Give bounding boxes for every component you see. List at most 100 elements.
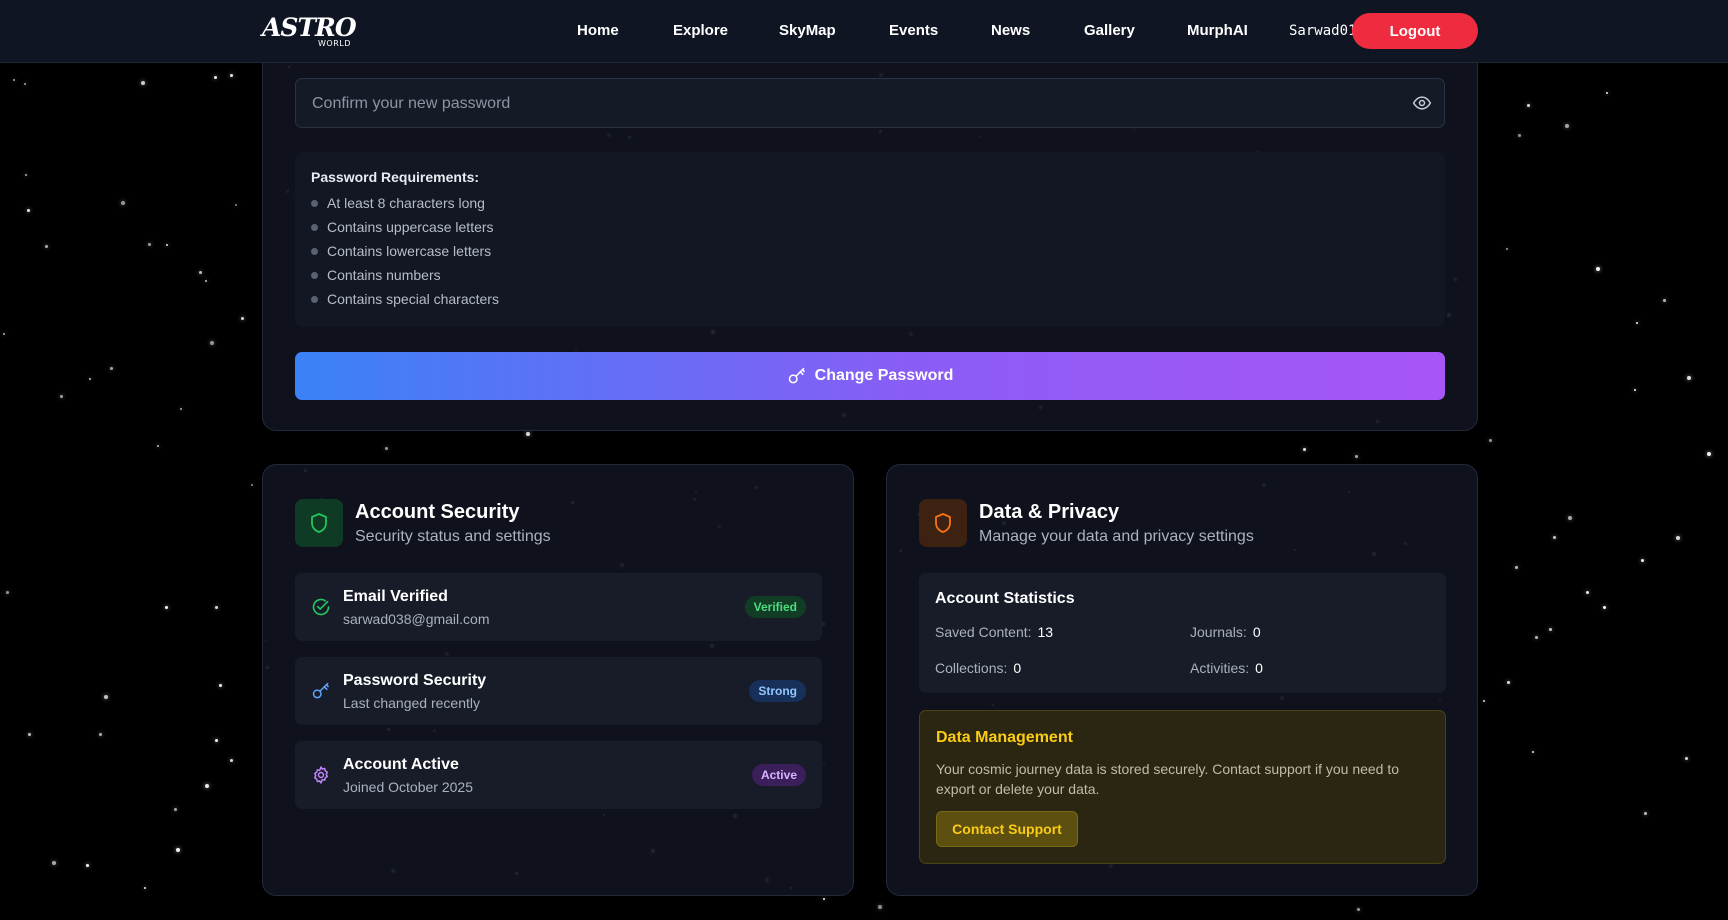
account-active-row: Account Active Joined October 2025 Activ…: [295, 741, 822, 809]
security-icon-box: [295, 499, 343, 547]
eye-icon[interactable]: [1412, 93, 1432, 113]
star-dot: [174, 808, 177, 811]
verified-badge: Verified: [744, 596, 806, 618]
joined-date: Joined October 2025: [343, 779, 473, 795]
data-privacy-card: Data & Privacy Manage your data and priv…: [886, 464, 1478, 896]
star-dot: [1676, 536, 1680, 540]
star-dot: [1506, 248, 1508, 250]
star-dot: [1532, 751, 1534, 753]
account-active-title: Account Active: [343, 756, 459, 773]
star-dot: [1606, 92, 1608, 94]
security-title: Account Security: [355, 501, 520, 523]
star-dot: [104, 695, 108, 699]
star-dot: [1549, 628, 1552, 631]
requirement-text: Contains special characters: [327, 291, 499, 307]
account-security-card: Account Security Security status and set…: [262, 464, 854, 896]
star-dot: [1507, 681, 1510, 684]
star-dot: [1641, 559, 1644, 562]
star-dot: [1483, 700, 1485, 702]
shield-icon: [935, 513, 951, 533]
bullet-icon: [311, 271, 318, 279]
change-password-label: Change Password: [814, 367, 954, 384]
nav-link-gallery[interactable]: Gallery: [1084, 21, 1135, 41]
star-dot: [1489, 439, 1492, 442]
star-dot: [215, 739, 218, 742]
password-security-title: Password Security: [343, 672, 487, 689]
bullet-icon: [311, 295, 318, 303]
requirement-text: At least 8 characters long: [327, 195, 485, 211]
change-password-button[interactable]: Change Password: [295, 352, 1445, 400]
check-circle-icon: [312, 598, 330, 616]
stat-journals: Journals: 0: [1190, 623, 1261, 641]
confirm-password-input[interactable]: Confirm your new password: [295, 78, 1445, 128]
logo-subtext: WORLD: [318, 39, 351, 48]
requirements-title: Password Requirements:: [311, 169, 480, 185]
bullet-icon: [311, 223, 318, 231]
star-dot: [144, 887, 146, 889]
stat-label: Journals:: [1190, 624, 1247, 640]
confirm-password-placeholder: Confirm your new password: [312, 95, 511, 112]
star-dot: [121, 201, 125, 205]
star-dot: [24, 83, 26, 85]
star-dot: [148, 243, 151, 246]
nav-link-events[interactable]: Events: [889, 21, 938, 41]
star-dot: [1357, 908, 1360, 911]
stats-title: Account Statistics: [935, 590, 1075, 607]
stat-collections: Collections: 0: [935, 659, 1021, 677]
star-dot: [878, 905, 882, 909]
password-requirements-box: Password Requirements: At least 8 charac…: [295, 152, 1445, 327]
stat-value: 0: [1252, 624, 1261, 640]
security-subtitle: Security status and settings: [355, 528, 551, 545]
star-dot: [235, 204, 237, 206]
star-dot: [823, 898, 825, 900]
star-dot: [219, 684, 222, 687]
account-statistics-box: Account Statistics Saved Content: 13 Jour…: [919, 573, 1446, 693]
nav-link-murphai[interactable]: MurphAI: [1187, 21, 1248, 41]
requirement-item: Contains lowercase letters: [311, 243, 491, 259]
top-navbar: ASTRO WORLD Home Explore SkyMap Events N…: [0, 0, 1728, 63]
privacy-title: Data & Privacy: [979, 501, 1120, 523]
logo-text: ASTRO: [262, 13, 357, 42]
stat-saved-content: Saved Content: 13: [935, 623, 1053, 641]
shield-icon: [311, 513, 327, 533]
bullet-icon: [311, 247, 318, 255]
requirement-item: At least 8 characters long: [311, 195, 485, 211]
contact-support-button[interactable]: Contact Support: [936, 811, 1078, 847]
key-icon: [788, 367, 805, 384]
gear-icon: [314, 766, 328, 784]
astro-world-logo[interactable]: ASTRO WORLD: [262, 13, 362, 49]
logout-button[interactable]: Logout: [1352, 13, 1478, 49]
star-dot: [1518, 134, 1521, 137]
star-dot: [385, 447, 388, 450]
star-dot: [241, 317, 244, 320]
star-dot: [214, 76, 217, 79]
star-dot: [1303, 448, 1306, 451]
key-icon: [312, 682, 329, 699]
nav-link-skymap[interactable]: SkyMap: [779, 21, 836, 41]
data-management-text: Your cosmic journey data is stored secur…: [936, 761, 1400, 797]
star-dot: [1553, 536, 1556, 539]
nav-link-explore[interactable]: Explore: [673, 21, 728, 41]
stat-activities: Activities: 0: [1190, 659, 1263, 677]
star-dot: [1515, 566, 1518, 569]
star-dot: [1663, 299, 1666, 302]
star-dot: [86, 864, 89, 867]
requirement-text: Contains lowercase letters: [327, 243, 492, 259]
star-dot: [1596, 267, 1600, 271]
star-dot: [25, 174, 27, 176]
requirement-item: Contains numbers: [311, 267, 441, 283]
star-dot: [1535, 636, 1538, 639]
star-dot: [230, 759, 233, 762]
nav-link-home[interactable]: Home: [577, 21, 619, 41]
star-dot: [526, 432, 530, 436]
nav-link-news[interactable]: News: [991, 21, 1030, 41]
star-dot: [1687, 376, 1691, 380]
star-dot: [1644, 812, 1647, 815]
star-dot: [141, 81, 145, 85]
strong-badge: Strong: [749, 680, 806, 702]
star-dot: [1636, 322, 1638, 324]
email-verified-title: Email Verified: [343, 588, 448, 605]
star-dot: [99, 733, 102, 736]
active-badge: Active: [751, 764, 806, 786]
star-dot: [199, 271, 202, 274]
